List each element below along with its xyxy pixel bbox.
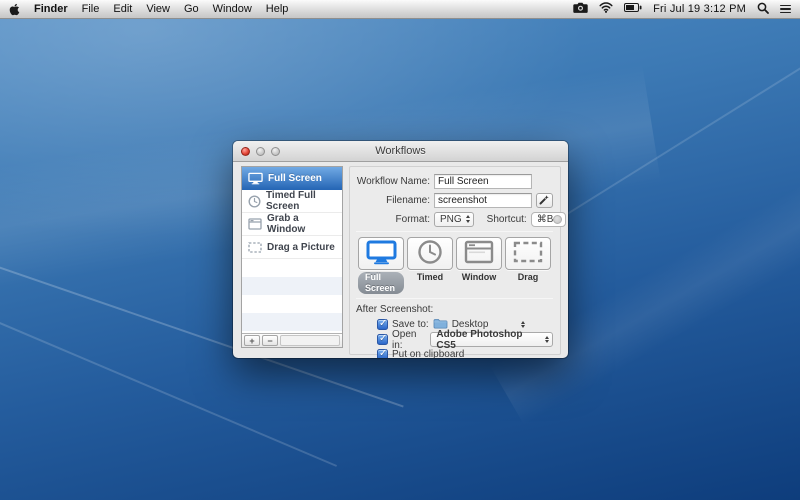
sidebar-item-label: Timed Full Screen (266, 190, 338, 212)
filename-input[interactable] (434, 193, 532, 208)
camera-menu-icon[interactable] (573, 2, 588, 16)
wifi-icon[interactable] (599, 2, 613, 16)
mode-timed-button[interactable] (407, 237, 453, 270)
menu-help[interactable]: Help (266, 3, 289, 15)
shortcut-label: Shortcut: (487, 214, 527, 225)
clipboard-checkbox[interactable] (377, 349, 388, 358)
window-icon (464, 240, 494, 267)
save-to-checkbox[interactable] (377, 319, 388, 330)
window-icon (248, 218, 262, 230)
open-in-value: Adobe Photoshop CS5 (436, 329, 541, 351)
list-toolbar: + − (242, 333, 342, 347)
open-in-label: Open in: (392, 329, 426, 351)
sidebar-item-label: Full Screen (268, 173, 322, 184)
mode-drag: Drag (505, 237, 551, 294)
menu-window[interactable]: Window (213, 3, 252, 15)
wand-icon (539, 193, 550, 208)
sidebar-item-full-screen[interactable]: Full Screen (242, 167, 342, 190)
mode-full-screen-button[interactable] (358, 237, 404, 270)
window-titlebar[interactable]: Workflows (233, 141, 568, 162)
mode-window: Window (456, 237, 502, 294)
menu-finder[interactable]: Finder (34, 3, 68, 15)
close-button[interactable] (241, 147, 250, 156)
mode-label: Drag (518, 272, 539, 283)
after-screenshot-heading: After Screenshot: (356, 304, 553, 315)
clock-icon (248, 195, 261, 208)
format-shortcut-row: Format: PNG Shortcut: ⌘B (356, 211, 553, 227)
menu-clock[interactable]: Fri Jul 19 3:12 PM (653, 3, 746, 15)
menu-bar-status: Fri Jul 19 3:12 PM (573, 0, 791, 18)
window-body: Full Screen Timed Full Screen Grab a Win… (233, 162, 568, 357)
filename-label: Filename: (356, 195, 430, 206)
remove-workflow-button[interactable]: − (262, 335, 278, 346)
mode-full-screen: Full Screen (358, 237, 404, 294)
clipboard-label: Put on clipboard (392, 349, 464, 358)
format-value: PNG (440, 214, 462, 225)
mode-drag-button[interactable] (505, 237, 551, 270)
menu-edit[interactable]: Edit (113, 3, 132, 15)
notification-center-icon[interactable] (780, 5, 791, 14)
capture-mode-buttons: Full Screen Timed (356, 237, 553, 294)
sidebar-item-label: Drag a Picture (267, 242, 335, 253)
mode-timed: Timed (407, 237, 453, 294)
menu-bar-left: Finder File Edit View Go Window Help (9, 0, 288, 18)
monitor-icon (366, 240, 397, 268)
sidebar-item-grab-a-window[interactable]: Grab a Window (242, 213, 342, 236)
traffic-lights (241, 147, 280, 156)
minimize-button[interactable] (256, 147, 265, 156)
sidebar-item-drag-a-picture[interactable]: Drag a Picture (242, 236, 342, 259)
open-in-row: Open in: Adobe Photoshop CS5 (377, 332, 553, 347)
clock-icon (417, 239, 443, 268)
separator (356, 231, 553, 232)
desktop: Finder File Edit View Go Window Help Fri… (0, 0, 800, 500)
workflow-list: Full Screen Timed Full Screen Grab a Win… (241, 166, 343, 348)
list-toolbar-spacer (280, 335, 340, 346)
shortcut-field[interactable]: ⌘B (531, 212, 567, 227)
shortcut-value: ⌘B (537, 214, 554, 225)
mode-label: Full Screen (358, 272, 404, 294)
open-in-popup[interactable]: Adobe Photoshop CS5 (430, 332, 553, 347)
filename-token-button[interactable] (536, 193, 553, 208)
add-workflow-button[interactable]: + (244, 335, 260, 346)
sidebar-item-timed-full-screen[interactable]: Timed Full Screen (242, 190, 342, 213)
separator (356, 298, 553, 299)
drag-selection-icon (513, 241, 543, 266)
workflow-name-label: Workflow Name: (356, 176, 430, 187)
popup-stepper-icon (545, 336, 549, 344)
open-in-checkbox[interactable] (377, 334, 388, 345)
mode-label: Timed (417, 272, 443, 283)
apple-menu-icon[interactable] (9, 3, 20, 16)
workflow-name-input[interactable] (434, 174, 532, 189)
monitor-icon (248, 172, 263, 185)
workflows-window: Workflows Full Screen Timed Full Screen (233, 141, 568, 358)
battery-icon[interactable] (624, 3, 642, 15)
menu-go[interactable]: Go (184, 3, 199, 15)
format-popup[interactable]: PNG (434, 212, 474, 227)
workflow-list-empty-rows (242, 259, 342, 333)
filename-row: Filename: (356, 192, 553, 208)
mode-label: Window (462, 272, 496, 283)
window-title: Workflows (233, 141, 568, 162)
workflow-detail-panel: Workflow Name: Filename: Format: (349, 166, 561, 355)
menu-view[interactable]: View (146, 3, 170, 15)
popup-stepper-icon (521, 321, 525, 329)
workflow-name-row: Workflow Name: (356, 173, 553, 189)
drag-selection-icon (248, 242, 262, 253)
menu-file[interactable]: File (82, 3, 100, 15)
clear-shortcut-icon[interactable] (553, 215, 562, 224)
mode-window-button[interactable] (456, 237, 502, 270)
popup-stepper-icon (466, 215, 470, 223)
zoom-button[interactable] (271, 147, 280, 156)
menu-bar: Finder File Edit View Go Window Help Fri… (0, 0, 800, 19)
spotlight-icon[interactable] (757, 2, 769, 17)
format-label: Format: (356, 214, 430, 225)
sidebar-item-label: Grab a Window (267, 213, 338, 235)
